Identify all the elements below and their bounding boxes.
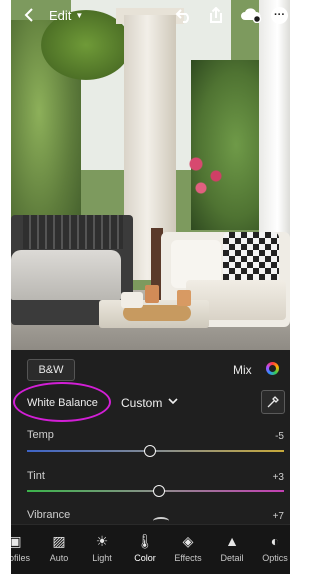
cloud-sync-icon <box>241 8 262 23</box>
tool-label: Effects <box>174 553 202 563</box>
more-button[interactable]: ··· <box>269 4 290 26</box>
photo-flowers <box>181 140 231 200</box>
bw-toggle-button[interactable]: B&W <box>27 359 75 381</box>
tool-profiles[interactable]: ▣ Profiles <box>11 531 35 571</box>
eyedropper-button[interactable] <box>261 390 285 414</box>
mix-button-label[interactable]: Mix <box>233 363 252 377</box>
chevron-down-icon[interactable] <box>168 394 178 408</box>
photo-mug <box>177 290 191 306</box>
undo-icon <box>175 9 189 23</box>
photo-mug <box>145 285 159 303</box>
tool-detail[interactable]: ▲ Detail <box>212 531 252 571</box>
more-icon: ··· <box>271 6 288 24</box>
photo-pillow-pattern <box>223 232 279 286</box>
white-balance-dropdown[interactable]: Custom <box>121 396 162 410</box>
app-screen: Edit ▼ ··· B&W Mix White Balance Custom … <box>11 0 290 574</box>
eyedropper-icon <box>267 396 279 408</box>
temp-slider-thumb[interactable] <box>144 445 156 457</box>
tool-effects[interactable]: ◈ Effects <box>168 531 208 571</box>
white-balance-highlight <box>13 382 111 422</box>
photo-chair-back <box>23 215 123 249</box>
tint-slider-thumb[interactable] <box>153 485 165 497</box>
share-icon <box>210 6 222 23</box>
tool-auto[interactable]: ▨ Auto <box>39 531 79 571</box>
effects-icon: ◈ <box>182 533 194 549</box>
light-icon: ☀ <box>95 533 109 549</box>
temp-value: -5 <box>275 431 284 442</box>
detail-icon: ▲ <box>225 533 239 549</box>
back-button[interactable] <box>19 4 39 26</box>
share-button[interactable] <box>205 4 227 26</box>
tint-label: Tint <box>27 470 45 482</box>
top-bar: Edit ▼ ··· <box>11 0 290 32</box>
caret-down-icon: ▼ <box>75 10 84 20</box>
tool-color[interactable]: 🌡 Color <box>125 531 165 571</box>
optics-icon: ◐ <box>270 533 280 549</box>
tool-label: Optics <box>262 553 288 563</box>
tint-value: +3 <box>272 472 284 483</box>
tool-label: Profiles <box>11 553 30 563</box>
temp-label: Temp <box>27 429 54 441</box>
bw-toggle-label: B&W <box>38 364 64 376</box>
color-wheel-icon[interactable] <box>266 362 279 375</box>
edit-mode-dropdown[interactable]: Edit ▼ <box>49 4 83 26</box>
thermometer-icon: 🌡 <box>136 533 154 549</box>
photo-blanket <box>11 250 121 300</box>
chevron-left-icon <box>24 8 33 22</box>
tool-label: Auto <box>49 553 69 563</box>
photo-pot <box>121 292 143 308</box>
tool-light[interactable]: ☀ Light <box>82 531 122 571</box>
photo-canvas[interactable] <box>11 0 290 350</box>
tool-optics[interactable]: ◐ Optics <box>255 531 290 571</box>
tool-label: Color <box>134 553 156 563</box>
vibrance-value: +7 <box>272 511 284 522</box>
auto-icon: ▨ <box>52 533 66 549</box>
edit-toolbar: ▣ Profiles ▨ Auto ☀ Light 🌡 Color ◈ Effe… <box>11 524 290 574</box>
cloud-sync-button[interactable] <box>239 4 263 26</box>
undo-button[interactable] <box>173 4 195 26</box>
white-balance-row: White Balance Custom <box>11 382 290 422</box>
profiles-icon: ▣ <box>11 533 22 549</box>
tool-label: Detail <box>220 553 244 563</box>
vibrance-label: Vibrance <box>27 509 71 521</box>
edit-mode-label: Edit <box>49 7 72 23</box>
tool-label: Light <box>92 553 112 563</box>
